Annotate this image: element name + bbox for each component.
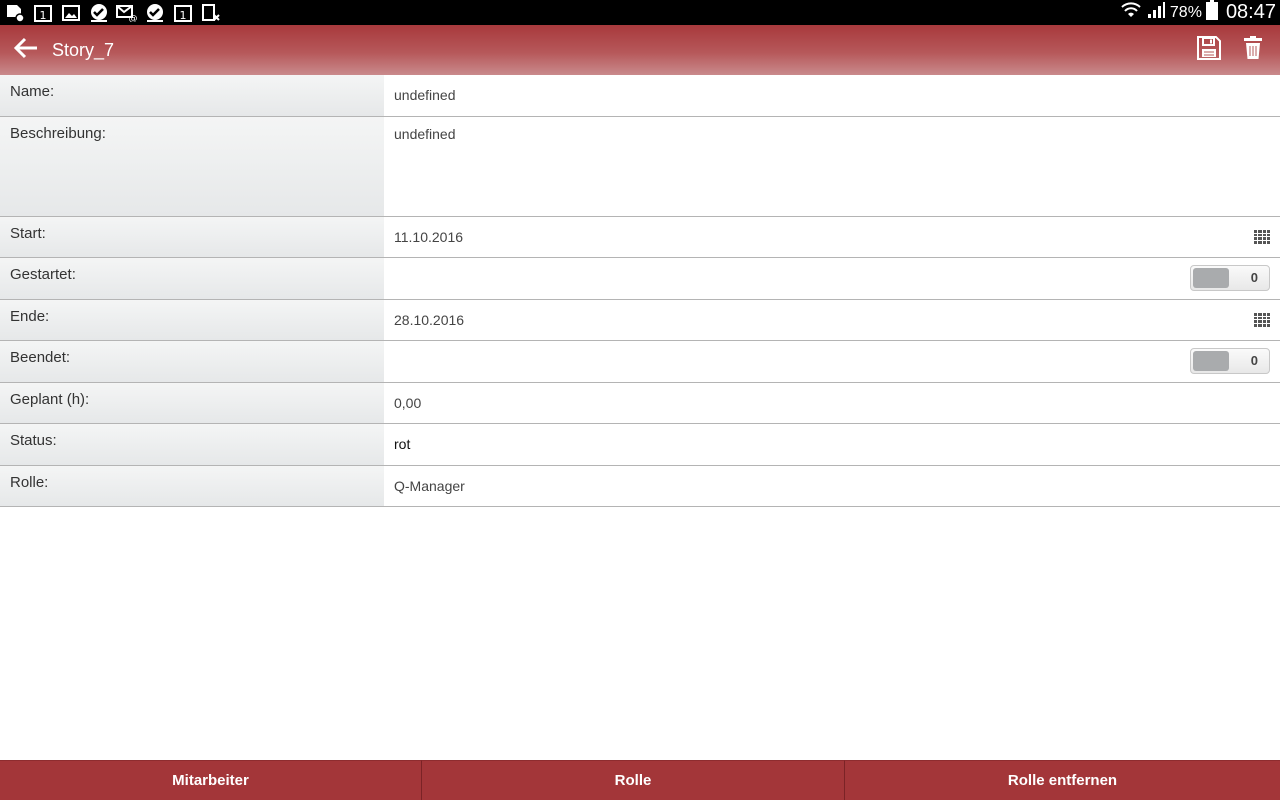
battery-icon (1205, 0, 1218, 25)
beschreibung-value: undefined (394, 125, 456, 142)
calendar-grid-icon[interactable] (1254, 312, 1270, 327)
beendet-label: Beendet: (0, 341, 384, 382)
form-row-geplant: Geplant (h): 0,00 (0, 382, 1280, 424)
page-title: Story_7 (52, 39, 115, 60)
story-form: Name: undefined Beschreibung: undefined … (0, 75, 1280, 507)
form-row-rolle: Rolle: Q-Manager (0, 465, 1280, 507)
rolle-label: Rolle: (0, 465, 384, 506)
status-label: Status: (0, 424, 384, 465)
svg-text:@: @ (129, 14, 138, 22)
calendar-icon: 1 (32, 3, 54, 23)
form-row-name: Name: undefined (0, 75, 1280, 117)
rolle-entfernen-button[interactable]: Rolle entfernen (845, 760, 1280, 800)
image-icon (60, 3, 82, 23)
mitarbeiter-button[interactable]: Mitarbeiter (0, 760, 422, 800)
gestartet-field: 0 (384, 258, 1280, 299)
beendet-toggle[interactable]: 0 (1190, 348, 1270, 375)
bottom-action-bar: Mitarbeiter Rolle Rolle entfernen (0, 760, 1280, 800)
gestartet-toggle[interactable]: 0 (1190, 265, 1270, 292)
notification-icons: 1 @ 1 (0, 3, 222, 23)
ende-date-field[interactable]: 28.10.2016 (384, 299, 1280, 340)
status-select[interactable]: rot (384, 424, 1280, 465)
geplant-field[interactable]: 0,00 (384, 382, 1280, 423)
email-icon: @ (116, 3, 138, 23)
gestartet-label: Gestartet: (0, 258, 384, 299)
form-row-beendet: Beendet: 0 (0, 341, 1280, 383)
form-row-status: Status: rot (0, 424, 1280, 466)
start-date-field[interactable]: 11.10.2016 (384, 216, 1280, 257)
system-indicators: 78% 08:47 (1120, 0, 1280, 25)
check-icon (88, 3, 110, 23)
arrow-left-icon (13, 37, 39, 64)
ende-date-value: 28.10.2016 (394, 311, 465, 328)
ende-label: Ende: (0, 299, 384, 340)
start-date-value: 11.10.2016 (394, 228, 464, 245)
trash-icon (1243, 35, 1263, 65)
beschreibung-field[interactable]: undefined (384, 116, 1280, 216)
app-bar: Story_7 (0, 25, 1280, 75)
name-field[interactable]: undefined (384, 75, 1280, 116)
calendar-grid-icon[interactable] (1254, 229, 1270, 244)
beendet-field: 0 (384, 341, 1280, 382)
geplant-value: 0,00 (394, 394, 422, 411)
form-row-gestartet: Gestartet: 0 (0, 258, 1280, 300)
geplant-label: Geplant (h): (0, 382, 384, 423)
save-button[interactable] (1196, 35, 1222, 65)
name-label: Name: (0, 75, 384, 116)
signal-icon (1146, 1, 1166, 24)
system-status-bar: 1 @ 1 78% 08:47 (0, 0, 1280, 25)
name-value: undefined (394, 87, 456, 104)
sim-icon (200, 3, 222, 23)
rolle-value: Q-Manager (394, 477, 465, 494)
form-row-ende: Ende: 28.10.2016 (0, 299, 1280, 341)
check-icon (144, 3, 166, 23)
form-row-start: Start: 11.10.2016 (0, 216, 1280, 258)
toggle-value: 0 (1250, 270, 1258, 286)
form-row-beschreibung: Beschreibung: undefined (0, 116, 1280, 217)
clock: 08:47 (1225, 1, 1276, 23)
start-label: Start: (0, 216, 384, 257)
beschreibung-label: Beschreibung: (0, 116, 384, 216)
calendar-icon: 1 (172, 3, 194, 23)
rolle-button[interactable]: Rolle (422, 760, 845, 800)
status-value: rot (394, 436, 411, 453)
battery-level: 78% (1169, 3, 1202, 21)
toggle-knob (1193, 351, 1229, 372)
back-button[interactable] (0, 25, 52, 75)
svg-text:1: 1 (40, 9, 47, 22)
save-icon (1197, 35, 1221, 65)
toggle-knob (1193, 268, 1229, 289)
sd-card-settings-icon (4, 3, 26, 23)
toggle-value: 0 (1250, 353, 1258, 369)
delete-button[interactable] (1240, 35, 1266, 65)
wifi-icon (1120, 1, 1142, 24)
svg-text:1: 1 (180, 9, 187, 22)
rolle-field[interactable]: Q-Manager (384, 465, 1280, 506)
